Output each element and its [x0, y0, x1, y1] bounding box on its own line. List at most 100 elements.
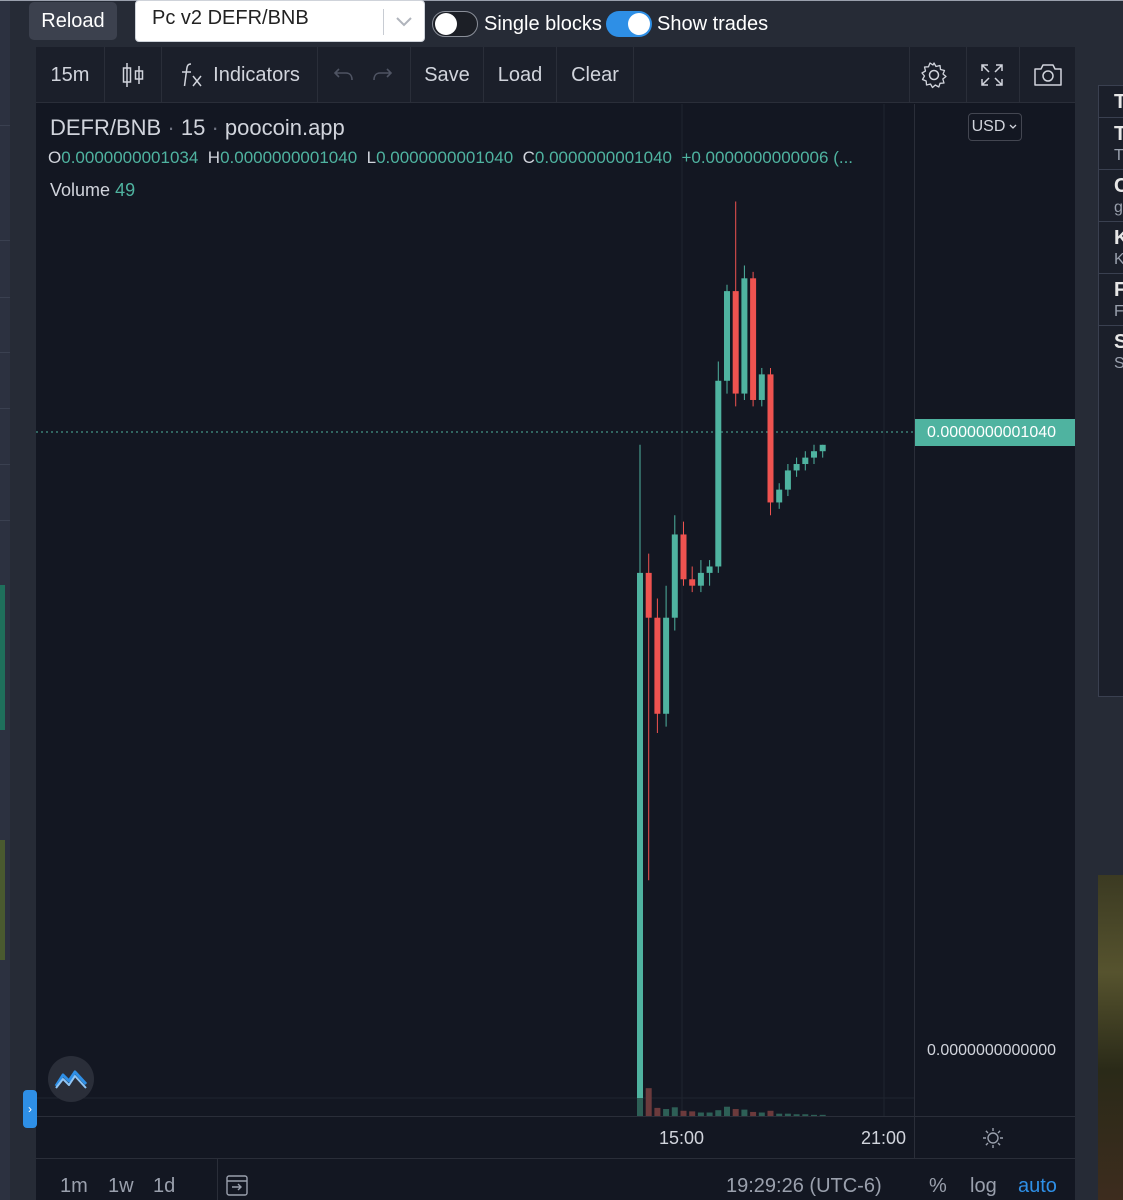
ohlc-low-key: L: [366, 148, 377, 167]
candle-body: [819, 444, 826, 452]
clear-button[interactable]: Clear: [557, 47, 633, 103]
candle-body: [793, 464, 800, 471]
right-panel-row-title: T: [1114, 123, 1123, 145]
price-axis-tick: 0.0000000000000: [927, 1042, 1057, 1059]
candle-body: [645, 572, 652, 618]
candlestick-icon: [122, 63, 144, 87]
auto-scale-button[interactable]: auto: [1018, 1175, 1057, 1198]
percent-scale-button[interactable]: %: [929, 1175, 947, 1198]
right-panel-row: [1099, 221, 1123, 222]
volume-legend: Volume 49: [50, 180, 135, 201]
bottom-divider: [217, 1159, 218, 1200]
candle-body: [680, 534, 687, 580]
ohlc-open-key: O: [48, 148, 62, 167]
tradingview-logo-button[interactable]: [48, 1056, 94, 1102]
right-panel-row-title: S: [1114, 331, 1123, 353]
undo-icon: [333, 68, 353, 81]
candle-body: [776, 489, 783, 503]
legend-interval: 15: [180, 115, 206, 140]
legend-dot: ·: [167, 115, 181, 140]
reload-button[interactable]: Reload: [29, 2, 117, 40]
toggle-knob: [435, 13, 457, 35]
candle-body: [784, 470, 791, 490]
volume-bar: [724, 1106, 730, 1116]
snapshot-button[interactable]: [1020, 47, 1075, 103]
candle-body: [697, 572, 704, 586]
volume-bar: [663, 1109, 670, 1116]
ohlc-open-value: 0.0000000001034: [61, 148, 199, 167]
right-panel-row-subtitle: F: [1114, 303, 1123, 320]
redo-icon: [373, 68, 393, 81]
redo-button[interactable]: [366, 47, 400, 103]
right-panel-row: [1099, 169, 1123, 170]
left-edge-panel: [0, 585, 5, 730]
candle-body: [671, 534, 678, 618]
log-scale-button[interactable]: log: [970, 1175, 997, 1198]
right-panel-row-title: K: [1114, 227, 1123, 249]
candle-body: [689, 579, 696, 586]
gear-icon: [921, 62, 947, 89]
chart-legend-title: DEFR/BNB · 15 · poocoin.app: [50, 115, 345, 141]
indicators-label: Indicators: [213, 63, 300, 86]
right-panel-row-subtitle: g: [1114, 199, 1123, 216]
legend-dot: ·: [211, 115, 225, 140]
ohlc-low-value: 0.0000000001040: [376, 148, 514, 167]
candle-body: [741, 278, 748, 394]
legend-symbol: DEFR/BNB: [50, 115, 162, 140]
ohlc-close-value: 0.0000000001040: [534, 148, 672, 167]
time-axis-tick: 15:00: [659, 1128, 705, 1148]
ohlc-change-value: +0.0000000000006 (...: [681, 148, 854, 167]
left-strip-divider: [0, 297, 10, 298]
axis-corner: [914, 1116, 1075, 1158]
price-axis[interactable]: [914, 104, 1075, 1116]
indicators-button[interactable]: Indicators: [162, 47, 317, 103]
candle-body: [758, 374, 765, 400]
toolbar-divider: [633, 47, 634, 103]
show-trades-toggle[interactable]: [606, 11, 652, 37]
candle-body: [732, 291, 739, 394]
candle-body: [715, 380, 722, 567]
right-edge-image: [1098, 875, 1123, 1200]
chevron-right-icon: ›: [28, 1102, 32, 1116]
candle-style-button[interactable]: [105, 47, 161, 103]
volume-bar: [732, 1109, 739, 1116]
candle-body: [706, 566, 713, 573]
single-blocks-toggle[interactable]: [432, 11, 478, 37]
right-panel-row: [1099, 325, 1123, 326]
left-edge-image: [0, 840, 5, 960]
save-button[interactable]: Save: [411, 47, 483, 103]
range-1w-button[interactable]: 1w: [108, 1175, 134, 1198]
ohlc-close-key: C: [522, 148, 535, 167]
candle-body: [663, 617, 670, 714]
chevron-down-icon[interactable]: [394, 11, 414, 31]
fullscreen-button[interactable]: [967, 47, 1017, 103]
ohlc-high-value: 0.0000000001040: [220, 148, 358, 167]
goto-date-icon[interactable]: [224, 1172, 250, 1198]
top-control-bar: Reload Pc v2 DEFR/BNB Single blocks Show…: [0, 0, 1123, 46]
fullscreen-icon: [981, 64, 1003, 86]
time-axis[interactable]: [36, 1116, 914, 1158]
left-strip-divider: [0, 125, 10, 126]
settings-button[interactable]: [910, 47, 958, 103]
pair-select[interactable]: Pc v2 DEFR/BNB: [135, 0, 425, 42]
right-panel-row-title: T: [1114, 91, 1123, 113]
ohlc-legend: O0.0000000001034 H0.0000000001040 L0.000…: [48, 148, 853, 168]
right-panel-row: [1099, 117, 1123, 118]
toggle-knob: [628, 13, 650, 35]
interval-button[interactable]: 15m: [36, 47, 104, 103]
collapse-side-tab[interactable]: ›: [23, 1090, 37, 1128]
range-1d-button[interactable]: 1d: [153, 1175, 175, 1198]
candle-body: [724, 291, 730, 381]
pair-select-value: Pc v2 DEFR/BNB: [152, 7, 309, 29]
sun-settings-icon[interactable]: [981, 1126, 1005, 1150]
range-1m-button[interactable]: 1m: [60, 1175, 88, 1198]
left-strip-divider: [0, 240, 10, 241]
ohlc-high-key: H: [207, 148, 221, 167]
load-button[interactable]: Load: [484, 47, 556, 103]
price-chart[interactable]: [36, 104, 914, 1116]
single-blocks-label: Single blocks: [484, 13, 602, 35]
left-strip-divider: [0, 352, 10, 353]
left-strip-divider: [0, 520, 10, 521]
undo-button[interactable]: [326, 47, 360, 103]
volume-bars: [637, 1058, 826, 1116]
